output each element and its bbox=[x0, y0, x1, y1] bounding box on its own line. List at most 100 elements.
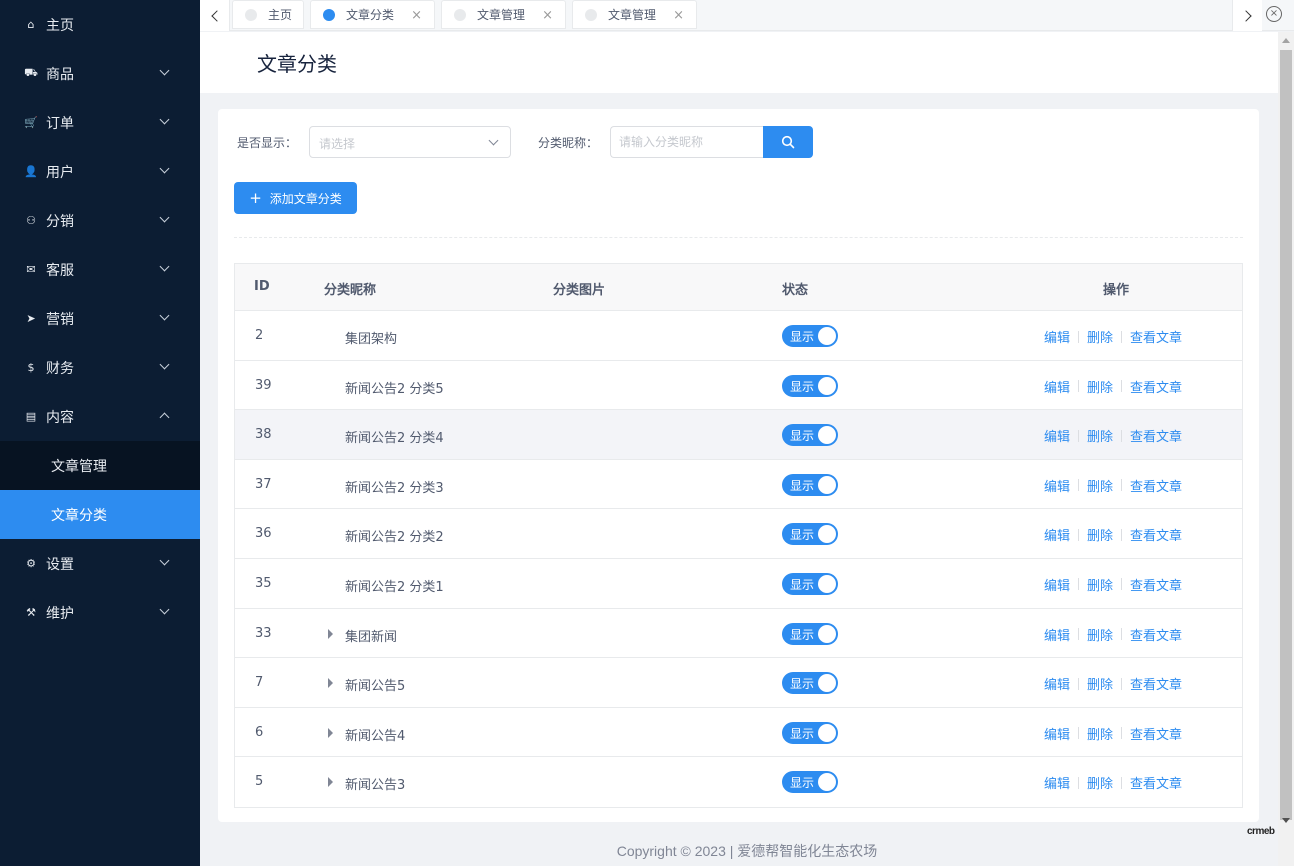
tab-article-manage[interactable]: 文章管理 × bbox=[441, 0, 566, 29]
status-toggle[interactable]: 显示 bbox=[782, 523, 838, 546]
delete-link[interactable]: 删除 bbox=[1087, 525, 1113, 544]
status-toggle[interactable]: 显示 bbox=[782, 374, 838, 397]
status-toggle[interactable]: 显示 bbox=[782, 672, 838, 695]
expand-caret-icon[interactable] bbox=[328, 777, 333, 788]
edit-link[interactable]: 编辑 bbox=[1044, 377, 1070, 396]
edit-link[interactable]: 编辑 bbox=[1044, 575, 1070, 594]
delete-link[interactable]: 删除 bbox=[1087, 575, 1113, 594]
delete-link[interactable]: 删除 bbox=[1087, 327, 1113, 346]
status-toggle[interactable]: 显示 bbox=[782, 325, 838, 347]
table-row: 7 新闻公告5 显示 编辑 删除 查看文章 bbox=[235, 658, 1242, 708]
sidebar-item-settings[interactable]: ⚙ 设置 bbox=[0, 539, 200, 588]
tab-label: 文章管理 bbox=[477, 8, 526, 22]
delete-link[interactable]: 删除 bbox=[1087, 625, 1113, 644]
status-toggle[interactable]: 显示 bbox=[782, 771, 838, 794]
sidebar-item-marketing[interactable]: ➤ 营销 bbox=[0, 294, 200, 343]
view-articles-link[interactable]: 查看文章 bbox=[1130, 377, 1182, 396]
tab-article-category[interactable]: 文章分类 × bbox=[310, 0, 435, 29]
close-icon[interactable]: × bbox=[542, 8, 553, 23]
tabs-scroll-left-button[interactable] bbox=[200, 0, 230, 31]
page-scrollbar[interactable] bbox=[1278, 32, 1294, 866]
delete-link[interactable]: 删除 bbox=[1087, 426, 1113, 445]
sidebar-item-home[interactable]: ⌂ 主页 bbox=[0, 0, 200, 49]
row-actions: 编辑 删除 查看文章 bbox=[1044, 724, 1182, 743]
add-article-category-button[interactable]: + 添加文章分类 bbox=[234, 182, 357, 214]
toggle-knob bbox=[818, 327, 836, 345]
category-name-input[interactable] bbox=[610, 126, 764, 158]
action-separator bbox=[1121, 628, 1123, 641]
header-status: 状态 bbox=[782, 283, 809, 298]
sidebar-item-content[interactable]: ▤ 内容 bbox=[0, 392, 200, 441]
view-articles-link[interactable]: 查看文章 bbox=[1130, 327, 1182, 346]
edit-link[interactable]: 编辑 bbox=[1044, 476, 1070, 495]
edit-link[interactable]: 编辑 bbox=[1044, 327, 1070, 346]
edit-link[interactable]: 编辑 bbox=[1044, 773, 1070, 792]
header-actions: 操作 bbox=[1103, 283, 1130, 298]
edit-link[interactable]: 编辑 bbox=[1044, 724, 1070, 743]
view-articles-link[interactable]: 查看文章 bbox=[1130, 525, 1182, 544]
sidebar-item-label: 设置 bbox=[46, 556, 74, 573]
status-toggle[interactable]: 显示 bbox=[782, 424, 838, 447]
edit-link[interactable]: 编辑 bbox=[1044, 625, 1070, 644]
sidebar-item-article-category[interactable]: 文章分类 bbox=[0, 490, 200, 539]
chat-icon: ✉ bbox=[26, 263, 36, 276]
expand-caret-icon[interactable] bbox=[328, 727, 333, 738]
chevron-down-icon bbox=[159, 359, 170, 370]
chevron-down-icon bbox=[159, 163, 170, 174]
view-articles-link[interactable]: 查看文章 bbox=[1130, 674, 1182, 693]
expand-caret-icon[interactable] bbox=[328, 678, 333, 689]
show-status-select[interactable]: 请选择 bbox=[309, 126, 511, 158]
toggle-label: 显示 bbox=[790, 528, 815, 543]
action-separator bbox=[1078, 677, 1080, 690]
cell-name: 集团新闻 bbox=[345, 629, 398, 645]
action-separator bbox=[1121, 528, 1123, 541]
scroll-up-arrow-icon[interactable] bbox=[1282, 38, 1290, 43]
sidebar-item-product[interactable]: ⛟ 商品 bbox=[0, 49, 200, 98]
sidebar-item-order[interactable]: 🛒 订单 bbox=[0, 98, 200, 147]
edit-link[interactable]: 编辑 bbox=[1044, 426, 1070, 445]
close-icon[interactable]: × bbox=[411, 8, 422, 23]
tab-home[interactable]: 主页 bbox=[232, 0, 304, 29]
cell-id: 7 bbox=[255, 675, 264, 691]
scrollbar-thumb[interactable] bbox=[1280, 50, 1292, 820]
view-articles-link[interactable]: 查看文章 bbox=[1130, 625, 1182, 644]
delete-link[interactable]: 删除 bbox=[1087, 476, 1113, 495]
view-articles-link[interactable]: 查看文章 bbox=[1130, 575, 1182, 594]
edit-link[interactable]: 编辑 bbox=[1044, 674, 1070, 693]
status-toggle[interactable]: 显示 bbox=[782, 473, 838, 496]
scroll-down-arrow-icon[interactable] bbox=[1282, 818, 1290, 823]
cell-id: 38 bbox=[255, 427, 272, 443]
sidebar-item-service[interactable]: ✉ 客服 bbox=[0, 245, 200, 294]
delete-link[interactable]: 删除 bbox=[1087, 674, 1113, 693]
tab-article-manage-2[interactable]: 文章管理 × bbox=[572, 0, 697, 29]
cell-name: 新闻公告2 分类4 bbox=[345, 431, 444, 447]
cell-id: 2 bbox=[255, 328, 264, 343]
view-articles-link[interactable]: 查看文章 bbox=[1130, 724, 1182, 743]
view-articles-link[interactable]: 查看文章 bbox=[1130, 476, 1182, 495]
expand-caret-icon[interactable] bbox=[328, 628, 333, 639]
tabs-scroll-right-button[interactable] bbox=[1232, 0, 1262, 31]
close-all-tabs-icon[interactable]: × bbox=[1266, 6, 1282, 22]
view-articles-link[interactable]: 查看文章 bbox=[1130, 426, 1182, 445]
status-toggle[interactable]: 显示 bbox=[782, 572, 838, 595]
sidebar-item-distribution[interactable]: ⚇ 分销 bbox=[0, 196, 200, 245]
table-row: 5 新闻公告3 显示 编辑 删除 查看文章 bbox=[235, 757, 1242, 807]
action-separator bbox=[1121, 380, 1123, 393]
delete-link[interactable]: 删除 bbox=[1087, 377, 1113, 396]
view-articles-link[interactable]: 查看文章 bbox=[1130, 773, 1182, 792]
toggle-knob bbox=[818, 574, 836, 593]
sidebar-item-finance[interactable]: $ 财务 bbox=[0, 343, 200, 392]
delete-link[interactable]: 删除 bbox=[1087, 773, 1113, 792]
sidebar-item-maintenance[interactable]: ⚒ 维护 bbox=[0, 588, 200, 637]
action-separator bbox=[1078, 578, 1080, 591]
search-button[interactable] bbox=[763, 126, 813, 158]
delete-link[interactable]: 删除 bbox=[1087, 724, 1113, 743]
edit-link[interactable]: 编辑 bbox=[1044, 525, 1070, 544]
close-icon[interactable]: × bbox=[673, 8, 684, 23]
status-toggle[interactable]: 显示 bbox=[782, 721, 838, 744]
sidebar-item-article-manage[interactable]: 文章管理 bbox=[0, 441, 200, 490]
sidebar-item-user[interactable]: 👤 用户 bbox=[0, 147, 200, 196]
table-row: 39 新闻公告2 分类5 显示 编辑 删除 查看文章 bbox=[235, 361, 1242, 411]
status-toggle[interactable]: 显示 bbox=[782, 622, 838, 645]
group-icon: ⚇ bbox=[26, 214, 36, 227]
